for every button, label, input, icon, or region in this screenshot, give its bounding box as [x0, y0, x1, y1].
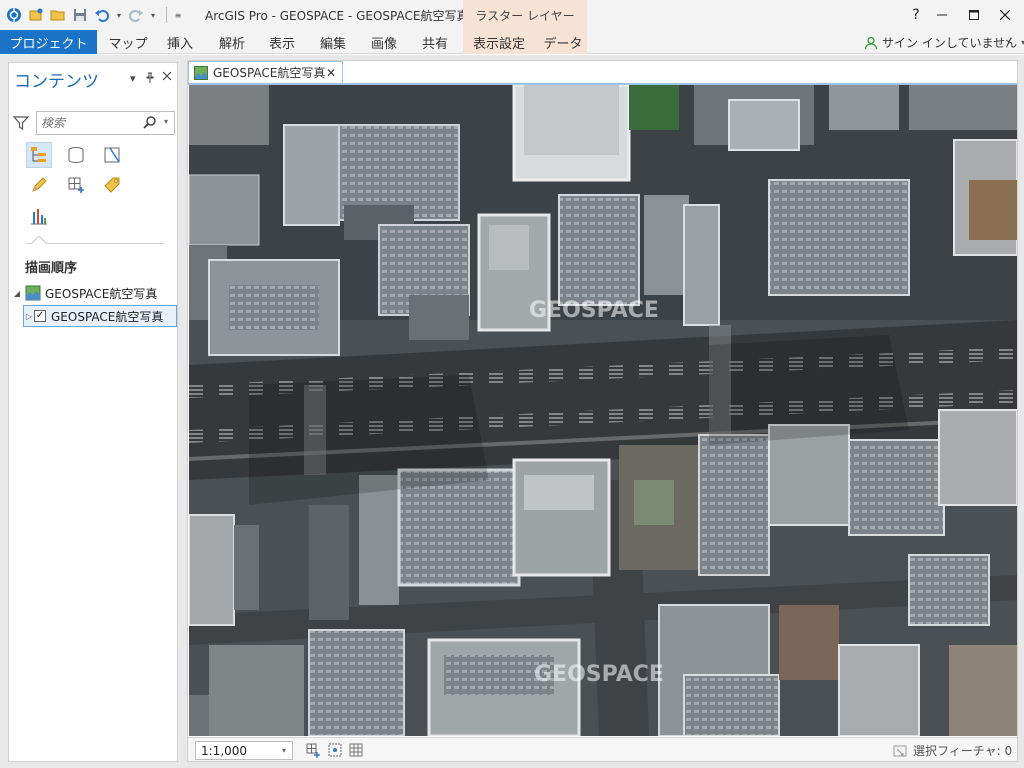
layer-name: GEOSPACE航空写真: [51, 309, 164, 324]
map-view-tab[interactable]: GEOSPACE航空写真 ✕: [188, 61, 343, 83]
tab-map[interactable]: マップ: [104, 30, 152, 54]
tab-view[interactable]: 表示: [258, 30, 306, 54]
arcgis-logo-icon[interactable]: [4, 5, 24, 25]
expand-icon[interactable]: ▷: [24, 312, 34, 321]
ribbon-expand-icon[interactable]: ⌄: [1004, 34, 1012, 45]
list-by-data-source-icon[interactable]: [63, 142, 89, 168]
scale-value: 1:1,000: [201, 744, 248, 758]
tab-imagery[interactable]: 画像: [360, 30, 408, 54]
customize-toolbar-icon[interactable]: ≡: [173, 11, 183, 20]
selection-icon: [893, 745, 907, 756]
user-icon: [864, 36, 878, 49]
map-icon: [194, 65, 208, 80]
aerial-imagery: GEOSPACE GEOSPACE: [189, 85, 1017, 736]
maximize-button[interactable]: [959, 0, 989, 30]
list-by-snapping-icon[interactable]: [63, 172, 89, 198]
toolbar-separator: [166, 7, 167, 23]
layer-visibility-checkbox[interactable]: ✓: [34, 310, 46, 322]
table-icon[interactable]: [348, 742, 364, 758]
contents-pane-title: コンテンツ: [14, 72, 99, 92]
watermark-text: GEOSPACE: [534, 662, 664, 687]
tab-project[interactable]: プロジェクト: [0, 30, 97, 54]
map-status-bar: 1:1,000 ▾ 選択フィーチャ: 0: [188, 737, 1017, 761]
maximize-icon: [969, 10, 979, 20]
open-project-icon[interactable]: [48, 5, 68, 25]
minimize-icon: [937, 14, 947, 16]
sign-in-label: サイン インしていません: [882, 36, 1018, 50]
pin-icon[interactable]: [145, 72, 155, 86]
list-by-labeling-icon[interactable]: [99, 172, 125, 198]
list-by-drawing-order-icon[interactable]: [26, 142, 52, 168]
window-title: ArcGIS Pro - GEOSPACE - GEOSPACE航空写真: [205, 9, 469, 23]
new-project-icon[interactable]: [26, 5, 46, 25]
undo-icon[interactable]: [92, 5, 112, 25]
close-icon: [1000, 10, 1010, 20]
scale-selector[interactable]: 1:1,000 ▾: [195, 741, 293, 760]
search-box: ▾: [36, 111, 175, 135]
chevron-down-icon: ▾: [282, 746, 287, 755]
pane-close-icon[interactable]: [162, 71, 172, 84]
selected-features-status: 選択フィーチャ: 0: [893, 742, 1012, 759]
ribbon-tab-bar: プロジェクト マップ 挿入 解析 表示 編集 画像 共有 表示設定 データ サイ…: [0, 30, 1024, 54]
drawing-order-heading: 描画順序: [25, 261, 78, 276]
snapping-icon[interactable]: [305, 742, 321, 758]
watermark-text: GEOSPACE: [529, 298, 659, 323]
sign-in-status[interactable]: サイン インしていません ▾: [864, 34, 1024, 51]
minimize-button[interactable]: [927, 0, 957, 30]
search-icon[interactable]: [143, 115, 159, 131]
layer-tree-item[interactable]: ▷ ✓ GEOSPACE航空写真: [23, 305, 177, 327]
title-bar: ▾ ▾ ≡ ArcGIS Pro - GEOSPACE - GEOSPACE航空…: [0, 0, 1024, 30]
tab-appearance[interactable]: 表示設定: [466, 30, 532, 54]
map-tab-label: GEOSPACE航空写真: [213, 66, 326, 80]
tab-analysis[interactable]: 解析: [208, 30, 256, 54]
filter-icon[interactable]: [12, 115, 31, 133]
save-project-icon[interactable]: [70, 5, 90, 25]
search-input[interactable]: [41, 115, 141, 131]
contents-pane: コンテンツ ▾ ▾ 描画順序 ◢ GEOSPACE航空写: [8, 62, 178, 762]
quick-access-toolbar: ▾ ▾ ≡: [0, 0, 185, 30]
pane-options-icon[interactable]: ▾: [130, 72, 136, 85]
grid-layout-icon[interactable]: [327, 742, 343, 758]
tab-edit[interactable]: 編集: [309, 30, 357, 54]
selected-view-indicator-icon: [31, 236, 47, 244]
list-by-selection-icon[interactable]: [99, 142, 125, 168]
undo-dropdown-icon[interactable]: ▾: [114, 11, 124, 20]
list-by-editing-icon[interactable]: [26, 172, 52, 198]
close-button[interactable]: [990, 0, 1020, 30]
tab-data[interactable]: データ: [540, 30, 586, 54]
map-view-pane: GEOSPACE航空写真 ✕ GEOSPACE GEOSPACE 1:1,000…: [187, 60, 1018, 762]
map-canvas[interactable]: GEOSPACE GEOSPACE: [189, 85, 1017, 736]
map-name: GEOSPACE航空写真: [45, 286, 158, 301]
collapse-icon[interactable]: ◢: [11, 289, 23, 298]
selected-features-label: 選択フィーチャ: 0: [913, 744, 1013, 758]
search-options-icon[interactable]: ▾: [164, 117, 168, 126]
list-charts-icon[interactable]: [26, 203, 52, 229]
map-icon: [25, 285, 41, 301]
close-tab-icon[interactable]: ✕: [326, 66, 336, 80]
redo-icon[interactable]: [126, 5, 146, 25]
raster-layer-context-header: ラスター レイヤー: [463, 0, 587, 30]
tab-insert[interactable]: 挿入: [156, 30, 204, 54]
redo-dropdown-icon[interactable]: ▾: [148, 11, 158, 20]
map-tree-item[interactable]: ◢ GEOSPACE航空写真: [11, 282, 157, 304]
tab-share[interactable]: 共有: [411, 30, 459, 54]
